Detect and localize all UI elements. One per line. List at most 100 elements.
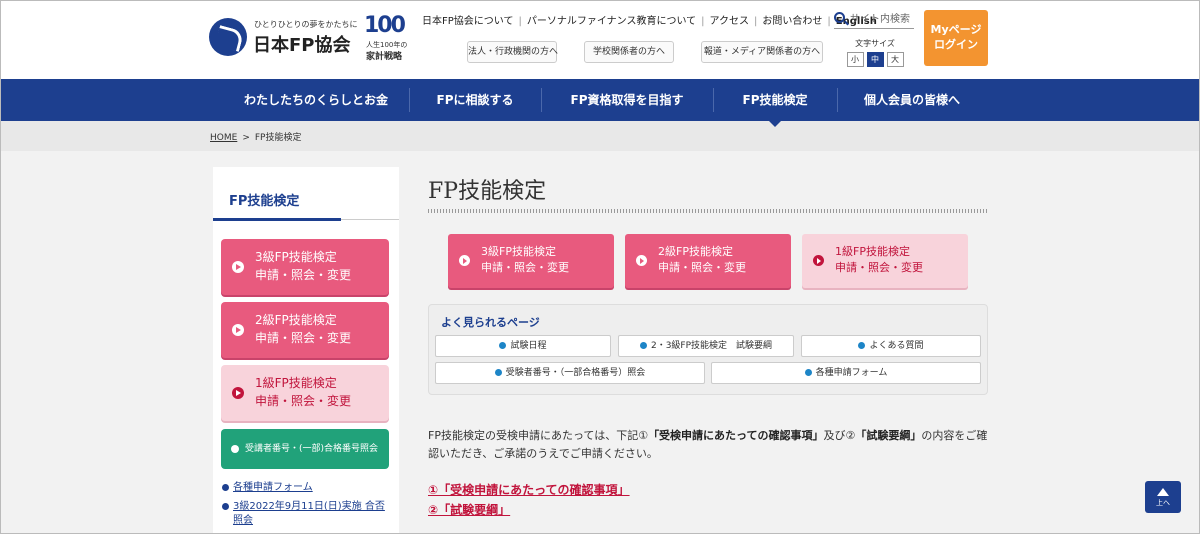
font-size-large[interactable]: 大 [886,52,904,67]
separator: | [754,16,758,27]
nav-item-fp-exam[interactable]: FP技能検定 [713,79,837,121]
mypage-login-button[interactable]: Myページ ログイン [924,10,988,66]
popular-link-label: 受験者番号・（一部合格番号）照会 [505,368,646,378]
card-title: 3級FP技能検定 [481,245,556,258]
sidebar-grade1-button[interactable]: 1級FP技能検定 申請・照会・変更 [221,365,389,421]
popular-link-number-lookup[interactable]: 受験者番号・（一部合格番号）照会 [435,362,705,384]
link-exam-guidelines[interactable]: ②「試験要綱」 [428,501,510,518]
card-title: 1級FP技能検定 [835,245,910,258]
mypage-label: Myページ [930,23,982,36]
card-title: 2級FP技能検定 [658,245,733,258]
arrow-circle-icon [459,255,470,266]
font-size-label: 文字サイズ [855,39,895,48]
sidebar-link-forms[interactable]: 各種申請フォーム [222,481,392,495]
popular-link-faq[interactable]: よくある質問 [801,335,981,357]
breadcrumb-separator: > [242,133,250,143]
intro-text-emphasis: 「試験要綱」 [855,429,922,442]
font-size-switcher: 文字サイズ 小 中 大 [844,38,906,67]
intro-text-emphasis: 「受検申請にあたっての確認事項」 [648,429,824,442]
font-size-medium[interactable]: 中 [866,52,884,67]
intro-text: FP技能検定の受検申請にあたっては、下記①「受検申請にあたっての確認事項」及び②… [428,427,988,463]
badge-number: 100 [364,13,406,38]
card-subtitle: 申請・照会・変更 [658,261,746,274]
bullet-icon [804,369,812,376]
popular-link-label: 各種申請フォーム [815,368,888,378]
sidebar-title-underline [213,218,341,221]
site-header: ひとりひとりの夢をかたちに 日本FP協会 100 人生100年の 家計戦略 日本… [1,1,1199,79]
site-logo[interactable]: ひとりひとりの夢をかたちに 日本FP協会 [209,15,379,56]
audience-school-button[interactable]: 学校関係者の方へ [584,41,674,63]
popular-link-label: 試験日程 [510,341,547,351]
top-link-about[interactable]: 日本FP協会について [422,16,513,27]
arrow-circle-icon [232,261,244,273]
card-grade2[interactable]: 2級FP技能検定 申請・照会・変更 [625,234,791,288]
sidebar-button-title: 3級FP技能検定 [255,250,337,264]
search-input[interactable] [850,11,914,27]
bullet-icon [499,342,507,349]
sidebar-grade3-button[interactable]: 3級FP技能検定 申請・照会・変更 [221,239,389,295]
active-nav-caret-icon [769,121,781,127]
sidebar-grade2-button[interactable]: 2級FP技能検定 申請・照会・変更 [221,302,389,358]
popular-link-schedule[interactable]: 試験日程 [435,335,611,357]
badge-line2: 家計戦略 [366,52,403,62]
main-content: FP技能検定 3級FP技能検定 申請・照会・変更 2級FP技能検定 申請・照会・… [428,151,988,533]
sidebar-title: FP技能検定 [229,194,300,209]
card-subtitle: 申請・照会・変更 [835,261,923,274]
breadcrumb-home[interactable]: HOME [210,133,237,143]
card-grade3[interactable]: 3級FP技能検定 申請・照会・変更 [448,234,614,288]
login-label: ログイン [934,38,978,51]
separator: | [827,16,831,27]
separator: | [518,16,522,27]
logo-mark-icon [209,18,247,56]
page-title: FP技能検定 [428,179,547,204]
popular-link-label: よくある質問 [869,341,924,351]
intro-text-part: 及び② [823,429,856,442]
logo-name: 日本FP協会 [253,35,351,56]
arrow-up-icon [1157,488,1169,496]
sidebar: FP技能検定 3級FP技能検定 申請・照会・変更 2級FP技能検定 申請・照会・… [213,167,399,533]
link-confirmation-items[interactable]: ①「受検申請にあたっての確認事項」 [428,481,630,498]
arrow-circle-icon [232,387,244,399]
page-frame: ひとりひとりの夢をかたちに 日本FP協会 100 人生100年の 家計戦略 日本… [0,0,1200,534]
bullet-icon [858,342,866,349]
nav-item-members[interactable]: 個人会員の皆様へ [837,79,987,121]
sidebar-button-title: 2級FP技能検定 [255,313,337,327]
search-icon[interactable] [834,12,845,23]
card-grade1[interactable]: 1級FP技能検定 申請・照会・変更 [802,234,968,288]
popular-link-guidelines[interactable]: 2・3級FP技能検定 試験要綱 [618,335,794,357]
top-link-contact[interactable]: お問い合わせ [762,16,822,27]
popular-pages-heading: よく見られるページ [441,316,540,329]
logo-tagline: ひとりひとりの夢をかたちに [254,20,358,29]
sidebar-button-subtitle: 申請・照会・変更 [255,394,352,408]
content-area: FP技能検定 3級FP技能検定 申請・照会・変更 2級FP技能検定 申請・照会・… [1,151,1199,533]
bullet-icon [231,445,239,453]
popular-link-label: 2・3級FP技能検定 試験要綱 [650,341,773,351]
sidebar-button-subtitle: 申請・照会・変更 [255,268,352,282]
card-subtitle: 申請・照会・変更 [481,261,569,274]
font-size-small[interactable]: 小 [846,52,864,67]
back-to-top-button[interactable]: 上へ [1145,481,1181,513]
top-utility-nav: 日本FP協会について | パーソナルファイナンス教育について | アクセス | お問い合わせ… [422,12,877,27]
title-divider [428,209,988,213]
life-100-badge[interactable]: 100 人生100年の 家計戦略 [364,13,410,62]
nav-item-qualification[interactable]: FP資格取得を目指す [541,79,713,121]
sidebar-links: 各種申請フォーム 3級2022年9月11日(日)実施 合否照会 [222,481,392,533]
intro-text-part: FP技能検定の受検申請にあたっては、下記① [428,429,649,442]
nav-item-kurashi[interactable]: わたしたちのくらしとお金 [223,79,409,121]
top-link-access[interactable]: アクセス [710,16,750,27]
sidebar-number-lookup-label: 受講者番号・(一部)合格番号照会 [245,444,379,454]
sidebar-button-title: 1級FP技能検定 [255,376,337,390]
nav-item-consult[interactable]: FPに相談する [409,79,541,121]
top-link-education[interactable]: パーソナルファイナンス教育について [527,16,696,27]
audience-corporate-button[interactable]: 法人・行政機関の方へ [467,41,558,63]
sidebar-number-lookup-button[interactable]: 受講者番号・(一部)合格番号照会 [221,429,389,469]
sidebar-link-result[interactable]: 3級2022年9月11日(日)実施 合否照会 [222,500,392,528]
popular-link-forms[interactable]: 各種申請フォーム [711,362,981,384]
breadcrumb-current: FP技能検定 [254,133,302,143]
separator: | [701,16,705,27]
bullet-icon [639,342,647,349]
bullet-icon [494,369,502,376]
audience-media-button[interactable]: 報道・メディア関係者の方へ [701,41,823,63]
popular-pages: よく見られるページ 試験日程 2・3級FP技能検定 試験要綱 よくある質問 受験… [428,304,988,395]
back-to-top-label: 上へ [1156,499,1170,507]
